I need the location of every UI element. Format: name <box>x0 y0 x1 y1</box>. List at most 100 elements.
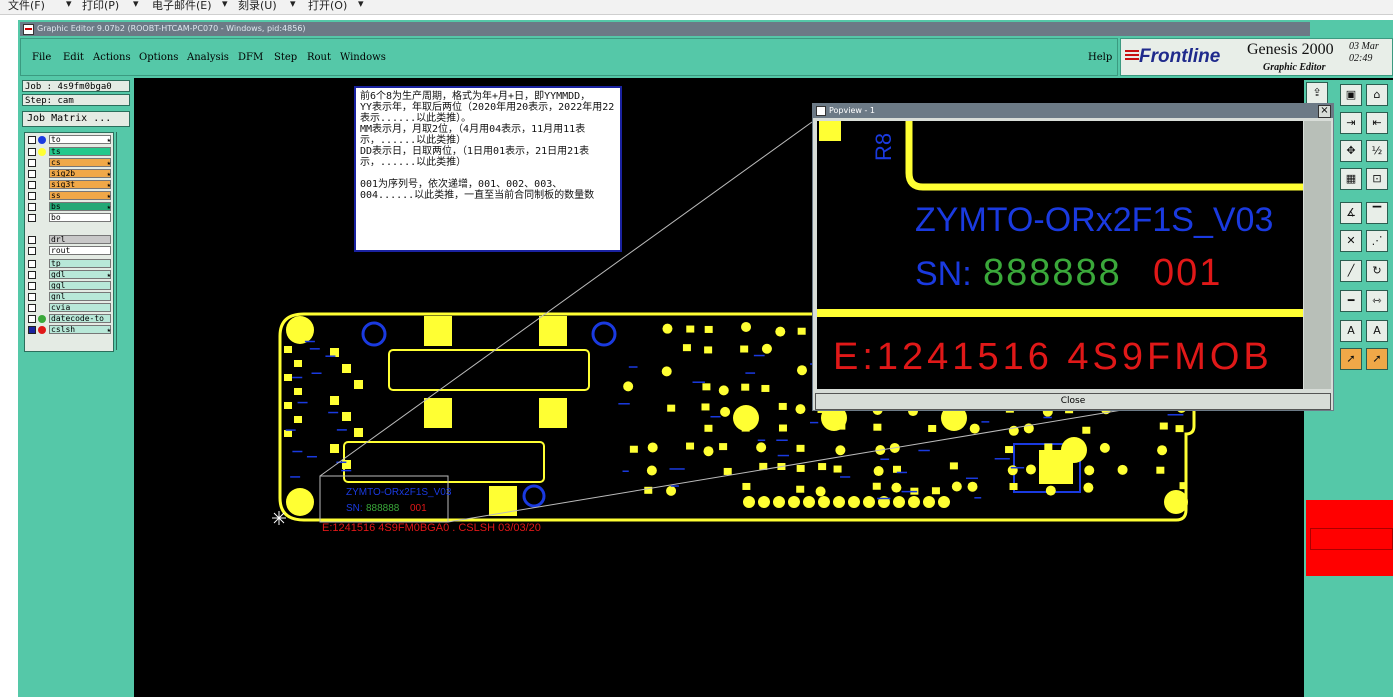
host-menu-print-arrow[interactable]: ▾ <box>133 0 139 10</box>
host-menu-open[interactable]: 打开(O) <box>308 0 347 13</box>
tool-home-icon[interactable]: ⌂ <box>1366 84 1388 106</box>
layer-name[interactable]: to <box>49 135 111 144</box>
layer-checkbox[interactable] <box>28 326 36 334</box>
host-menu-email[interactable]: 电子邮件(E) <box>152 0 212 13</box>
tool-arrow-out-icon[interactable]: ⇤ <box>1366 112 1388 134</box>
layer-checkbox[interactable] <box>28 148 36 156</box>
host-menu-burn-arrow[interactable]: ▾ <box>290 0 296 10</box>
layer-color-icon[interactable] <box>38 326 46 334</box>
layer-checkbox[interactable] <box>28 214 36 222</box>
layer-name[interactable]: cslsh <box>49 325 111 334</box>
layer-row-cs[interactable]: cs ★ <box>25 158 113 168</box>
layer-row-tp[interactable]: tp <box>25 259 113 269</box>
menu-dfm[interactable]: DFM <box>238 52 263 63</box>
layer-checkbox[interactable] <box>28 293 36 301</box>
tool-text-b-icon[interactable]: A <box>1366 320 1388 342</box>
layer-row-gdl[interactable]: gdl ★ <box>25 270 113 280</box>
popview-titlebar[interactable]: Popview - 1 <box>813 104 1333 118</box>
layer-checkbox[interactable] <box>28 236 36 244</box>
layer-row-cslsh[interactable]: cslsh ★ <box>25 325 113 335</box>
layer-row-ts[interactable]: ts <box>25 147 113 157</box>
menu-windows[interactable]: Windows <box>340 52 386 63</box>
layer-name[interactable]: tp <box>49 259 111 268</box>
layer-row-ggl[interactable]: ggl <box>25 281 113 291</box>
tool-pan-icon[interactable]: ✥ <box>1340 140 1362 162</box>
layer-row-to[interactable]: to ★ <box>25 135 113 145</box>
layer-checkbox[interactable] <box>28 247 36 255</box>
layer-name[interactable]: bs <box>49 202 111 211</box>
menu-file[interactable]: File <box>32 52 51 63</box>
tool-hline-icon[interactable]: ━ <box>1340 290 1362 312</box>
popview-scrollbar[interactable] <box>1304 121 1331 389</box>
layer-color-icon[interactable] <box>38 315 46 323</box>
layer-checkbox[interactable] <box>28 170 36 178</box>
tool-export-icon[interactable]: ⇪ <box>1306 82 1328 104</box>
layer-checkbox[interactable] <box>28 192 36 200</box>
layer-name[interactable]: sig3t <box>49 180 111 189</box>
layer-checkbox[interactable] <box>28 159 36 167</box>
tool-cross-icon[interactable]: ✕ <box>1340 230 1362 252</box>
tool-save-icon[interactable]: ▣ <box>1340 84 1362 106</box>
layer-checkbox[interactable] <box>28 203 36 211</box>
layer-row-datecode-to[interactable]: datecode-to <box>25 314 113 324</box>
layer-name[interactable]: cs <box>49 158 111 167</box>
layer-name[interactable]: ts <box>49 147 111 156</box>
layer-checkbox[interactable] <box>28 271 36 279</box>
layer-color-icon[interactable] <box>38 136 46 144</box>
layer-row-bo[interactable]: bo <box>25 213 113 223</box>
host-menu-file[interactable]: 文件(F) <box>8 0 45 13</box>
layer-row-sig2b[interactable]: sig2b ★ <box>25 169 113 179</box>
layer-name[interactable]: gnl <box>49 292 111 301</box>
menu-actions[interactable]: Actions <box>93 52 131 63</box>
layer-name[interactable]: rout <box>49 246 111 255</box>
layer-name[interactable]: ss <box>49 191 111 200</box>
menu-edit[interactable]: Edit <box>63 52 84 63</box>
menu-step[interactable]: Step <box>274 52 297 63</box>
menu-options[interactable]: Options <box>139 52 178 63</box>
layer-name[interactable]: gdl <box>49 270 111 279</box>
layer-row-gnl[interactable]: gnl <box>25 292 113 302</box>
layer-checkbox[interactable] <box>28 304 36 312</box>
host-menu-open-arrow[interactable]: ▾ <box>358 0 364 10</box>
layer-row-drl[interactable]: drl <box>25 235 113 245</box>
host-menu-file-arrow[interactable]: ▾ <box>66 0 72 10</box>
layer-row-bs[interactable]: bs ★ <box>25 202 113 212</box>
window-titlebar[interactable]: Graphic Editor 9.07b2 (ROOBT-HTCAM-PC070… <box>20 22 1310 36</box>
layer-row-ss[interactable]: ss ★ <box>25 191 113 201</box>
tool-snap-icon[interactable]: ⊡ <box>1366 168 1388 190</box>
layer-row-sig3t[interactable]: sig3t ★ <box>25 180 113 190</box>
menu-analysis[interactable]: Analysis <box>187 52 229 63</box>
tool-measure-icon[interactable]: ∡ <box>1340 202 1362 224</box>
tool-grid-icon[interactable]: ▦ <box>1340 168 1362 190</box>
tool-line-icon[interactable]: ╱ <box>1340 260 1362 282</box>
layer-checkbox[interactable] <box>28 282 36 290</box>
tool-text-a-icon[interactable]: A <box>1340 320 1362 342</box>
popview-canvas[interactable]: R8 ZYMTO-ORx2F1S_V03 SN: 888888 001 E:12… <box>817 121 1303 389</box>
layer-name[interactable]: drl <box>49 235 111 244</box>
layer-name[interactable]: ggl <box>49 281 111 290</box>
layer-name[interactable]: bo <box>49 213 111 222</box>
layer-row-cvia[interactable]: cvia <box>25 303 113 313</box>
layer-checkbox[interactable] <box>28 260 36 268</box>
layer-checkbox[interactable] <box>28 136 36 144</box>
tool-arrow-in-icon[interactable]: ⇥ <box>1340 112 1362 134</box>
host-menu-burn[interactable]: 刻录(U) <box>238 0 277 13</box>
layer-name[interactable]: datecode-to <box>49 314 111 323</box>
layer-checkbox[interactable] <box>28 181 36 189</box>
status-input[interactable] <box>1310 528 1393 550</box>
job-matrix-button[interactable]: Job Matrix ... <box>22 111 130 127</box>
popview-close-icon[interactable]: × <box>1318 105 1331 118</box>
tool-arc-icon[interactable]: ↻ <box>1366 260 1388 282</box>
tool-pointer-icon[interactable]: ➚ <box>1340 348 1362 370</box>
tool-node-icon[interactable]: ⋰ <box>1366 230 1388 252</box>
tool-dimension-icon[interactable]: ⇿ <box>1366 290 1388 312</box>
host-menu-email-arrow[interactable]: ▾ <box>222 0 228 10</box>
popview-close-button[interactable]: Close <box>815 393 1331 410</box>
tool-select-icon[interactable]: ➚ <box>1366 348 1388 370</box>
tool-half-zoom-icon[interactable]: ½ <box>1366 140 1388 162</box>
layer-row-rout[interactable]: rout <box>25 246 113 256</box>
tool-ruler-icon[interactable]: ▔ <box>1366 202 1388 224</box>
layer-checkbox[interactable] <box>28 315 36 323</box>
layer-name[interactable]: cvia <box>49 303 111 312</box>
layer-color-icon[interactable] <box>38 148 46 156</box>
